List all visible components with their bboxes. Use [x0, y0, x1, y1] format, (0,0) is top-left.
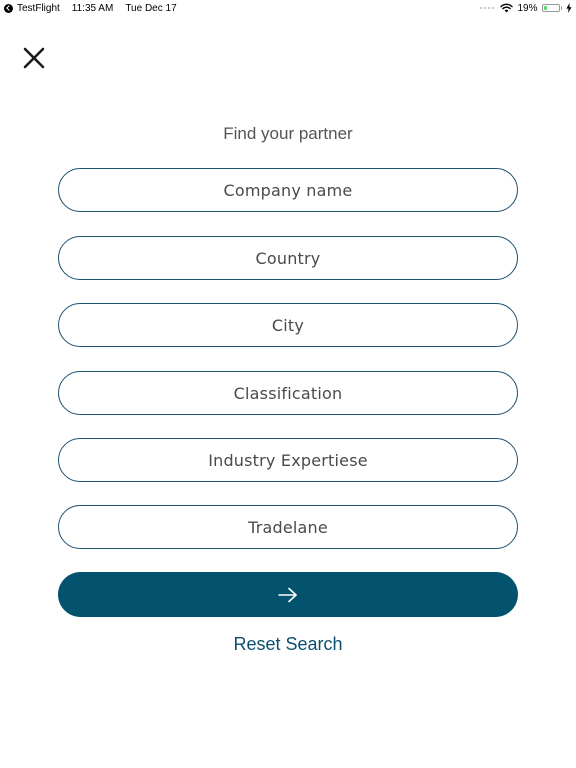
- tradelane-field[interactable]: Tradelane: [58, 505, 518, 549]
- charging-bolt-icon: [566, 3, 572, 13]
- country-field[interactable]: Country: [58, 236, 518, 280]
- wifi-icon: [500, 3, 514, 13]
- battery-tip: [560, 6, 562, 10]
- back-to-app-icon[interactable]: [4, 3, 13, 13]
- close-icon: [23, 47, 45, 69]
- status-bar-right: 19%: [479, 2, 572, 14]
- arrow-right-icon: [278, 587, 297, 602]
- status-bar: TestFlight 11:35 AM Tue Dec 17 19%: [0, 0, 576, 16]
- battery-percent: 19%: [517, 2, 538, 14]
- industry-expertise-field[interactable]: Industry Expertiese: [58, 438, 518, 482]
- close-button[interactable]: [20, 44, 48, 72]
- battery-level-fill: [543, 6, 547, 10]
- find-partner-screen: TestFlight 11:35 AM Tue Dec 17 19% Find …: [0, 0, 576, 768]
- company-name-field[interactable]: Company name: [58, 168, 518, 212]
- classification-field[interactable]: Classification: [58, 371, 518, 415]
- battery-icon: [541, 4, 560, 12]
- status-date: Tue Dec 17: [125, 2, 177, 14]
- search-submit-button[interactable]: [58, 572, 518, 617]
- back-app-label[interactable]: TestFlight: [17, 3, 60, 14]
- city-field[interactable]: City: [58, 303, 518, 347]
- reset-search-link[interactable]: Reset Search: [0, 634, 576, 655]
- page-title: Find your partner: [223, 124, 353, 143]
- status-bar-left: TestFlight 11:35 AM Tue Dec 17: [4, 2, 177, 14]
- signal-dots-icon: [479, 6, 495, 10]
- status-time: 11:35 AM: [71, 2, 114, 14]
